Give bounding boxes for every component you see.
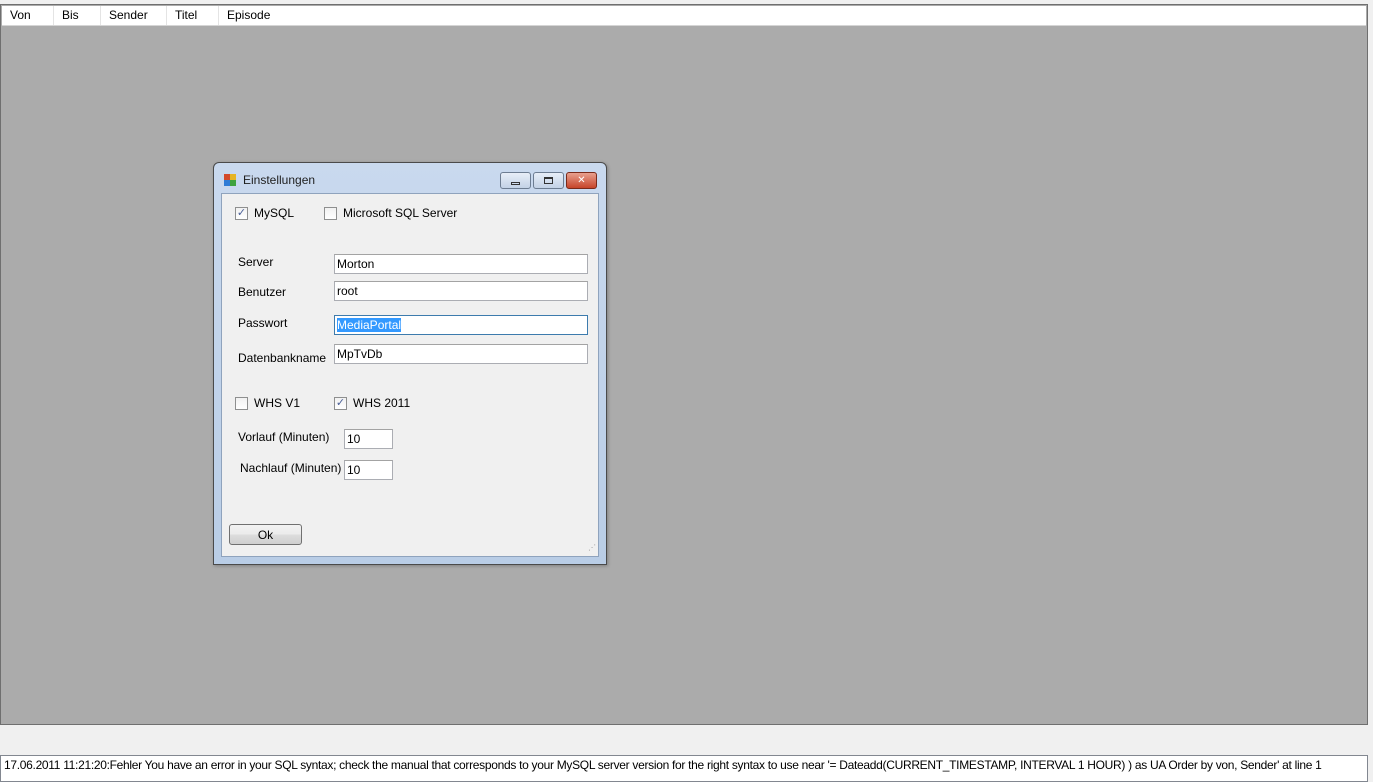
checkmark-icon: ✓	[335, 396, 346, 409]
checkmark-icon: ✓	[236, 206, 247, 219]
checkbox-box[interactable]	[235, 396, 248, 410]
password-value: MediaPortal	[337, 318, 402, 332]
checkbox-box[interactable]: ✓	[334, 396, 347, 410]
dialog-titlebar[interactable]: Einstellungen ✕	[214, 163, 606, 193]
mssql-checkbox[interactable]: Microsoft SQL Server	[324, 206, 457, 220]
password-input[interactable]: MediaPortal	[334, 315, 588, 335]
log-box[interactable]: 17.06.2011 11:21:20:Fehler You have an e…	[0, 755, 1368, 782]
user-input[interactable]: root	[334, 281, 588, 301]
dbname-label: Datenbankname	[238, 351, 327, 365]
settings-dialog: Einstellungen ✕ ✓ MySQL Microsoft SQL Se…	[213, 162, 607, 565]
minimize-icon	[511, 182, 520, 185]
whs-2011-checkbox[interactable]: ✓ WHS 2011	[334, 396, 410, 410]
server-label: Server	[238, 255, 274, 269]
nachlauf-label: Nachlauf (Minuten)	[240, 461, 342, 475]
app-icon	[224, 174, 237, 187]
whs-2011-label: WHS 2011	[353, 396, 411, 410]
column-header-sender[interactable]: Sender	[101, 6, 167, 25]
log-text: 17.06.2011 11:21:20:Fehler You have an e…	[4, 758, 1322, 772]
column-header-bis[interactable]: Bis	[54, 6, 101, 25]
password-label: Passwort	[238, 316, 288, 330]
mysql-checkbox[interactable]: ✓ MySQL	[235, 206, 294, 220]
checkbox-box[interactable]	[324, 206, 337, 220]
column-header-titel[interactable]: Titel	[167, 6, 219, 25]
whs-v1-checkbox[interactable]: WHS V1	[235, 396, 300, 410]
column-header-episode[interactable]: Episode	[219, 6, 299, 25]
checkbox-box[interactable]: ✓	[235, 206, 248, 220]
close-button[interactable]: ✕	[566, 172, 597, 189]
column-header-von[interactable]: Von	[2, 6, 54, 25]
recordings-grid[interactable]: Von Bis Sender Titel Episode	[0, 4, 1368, 725]
mysql-label: MySQL	[254, 206, 295, 220]
dialog-client-area: ✓ MySQL Microsoft SQL Server Server Mort…	[221, 193, 599, 557]
dbname-input[interactable]: MpTvDb	[334, 344, 588, 364]
mssql-label: Microsoft SQL Server	[343, 206, 458, 220]
grid-header: Von Bis Sender Titel Episode	[2, 6, 1366, 26]
close-icon: ✕	[577, 175, 586, 186]
user-label: Benutzer	[238, 285, 287, 299]
maximize-button[interactable]	[533, 172, 564, 189]
nachlauf-input[interactable]: 10	[344, 460, 393, 480]
whs-v1-label: WHS V1	[254, 396, 301, 410]
server-input[interactable]: Morton	[334, 254, 588, 274]
ok-button[interactable]: Ok	[229, 524, 302, 545]
minimize-button[interactable]	[500, 172, 531, 189]
dialog-title: Einstellungen	[243, 173, 316, 187]
vorlauf-input[interactable]: 10	[344, 429, 393, 449]
vorlauf-label: Vorlauf (Minuten)	[238, 430, 330, 444]
resize-grip-icon[interactable]: ⋰	[586, 544, 596, 554]
maximize-icon	[544, 177, 553, 184]
